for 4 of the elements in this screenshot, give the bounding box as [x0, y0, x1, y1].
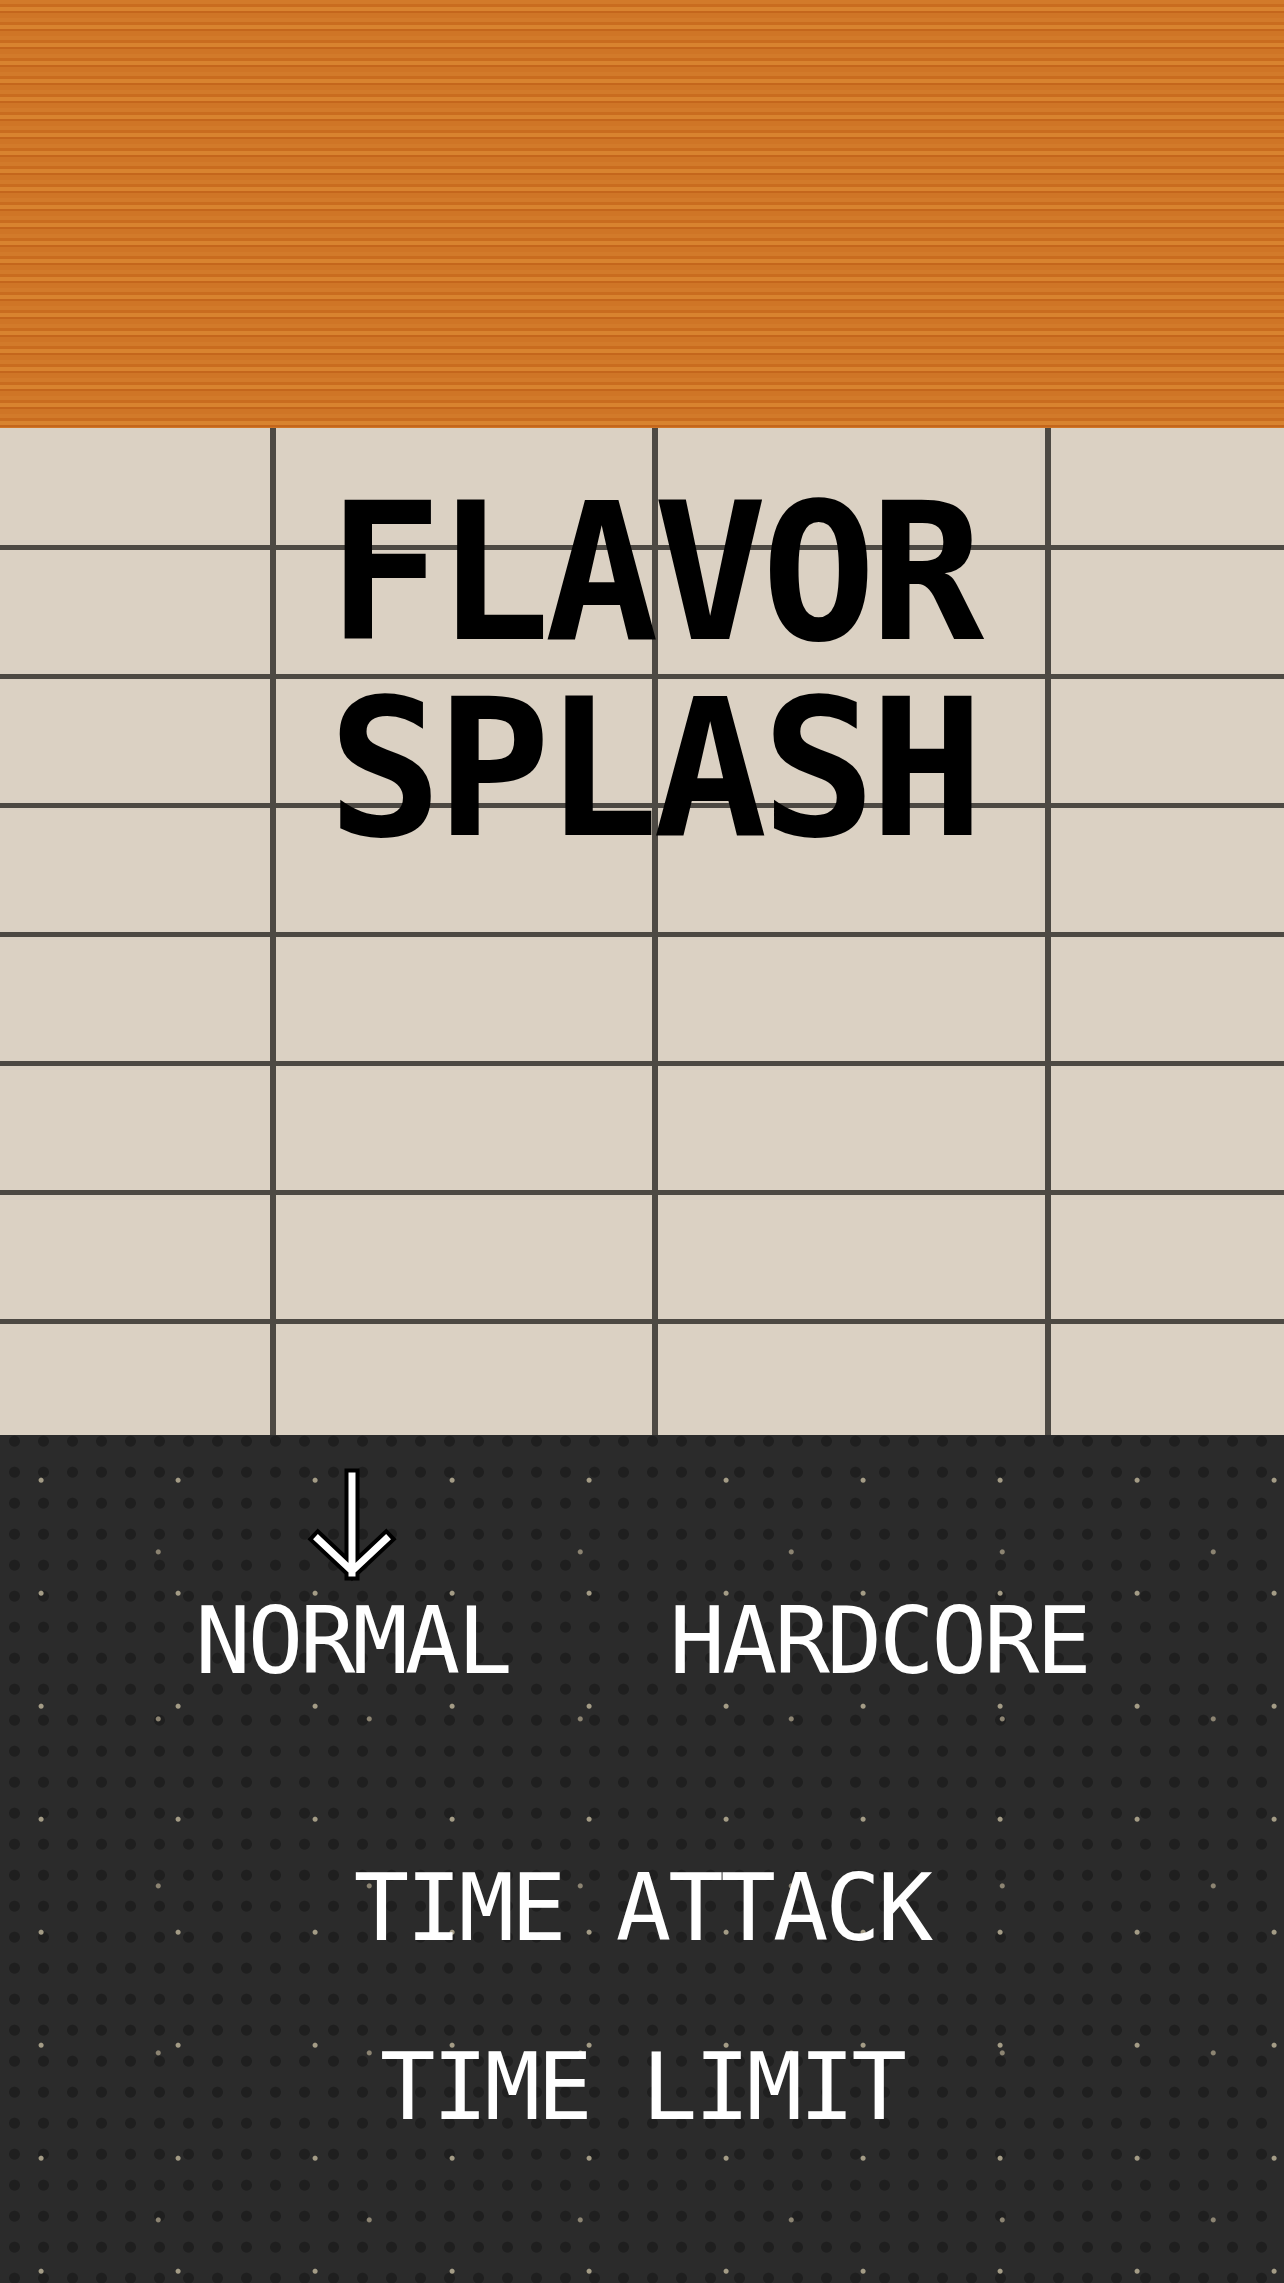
mode-option[interactable]: HARDCORE [669, 1596, 1089, 1688]
mode-option[interactable]: TIME ATTACK [353, 1863, 931, 1955]
mode-option[interactable]: NORMAL [195, 1596, 510, 1688]
mode-option[interactable]: TIME LIMIT [380, 2042, 904, 2134]
